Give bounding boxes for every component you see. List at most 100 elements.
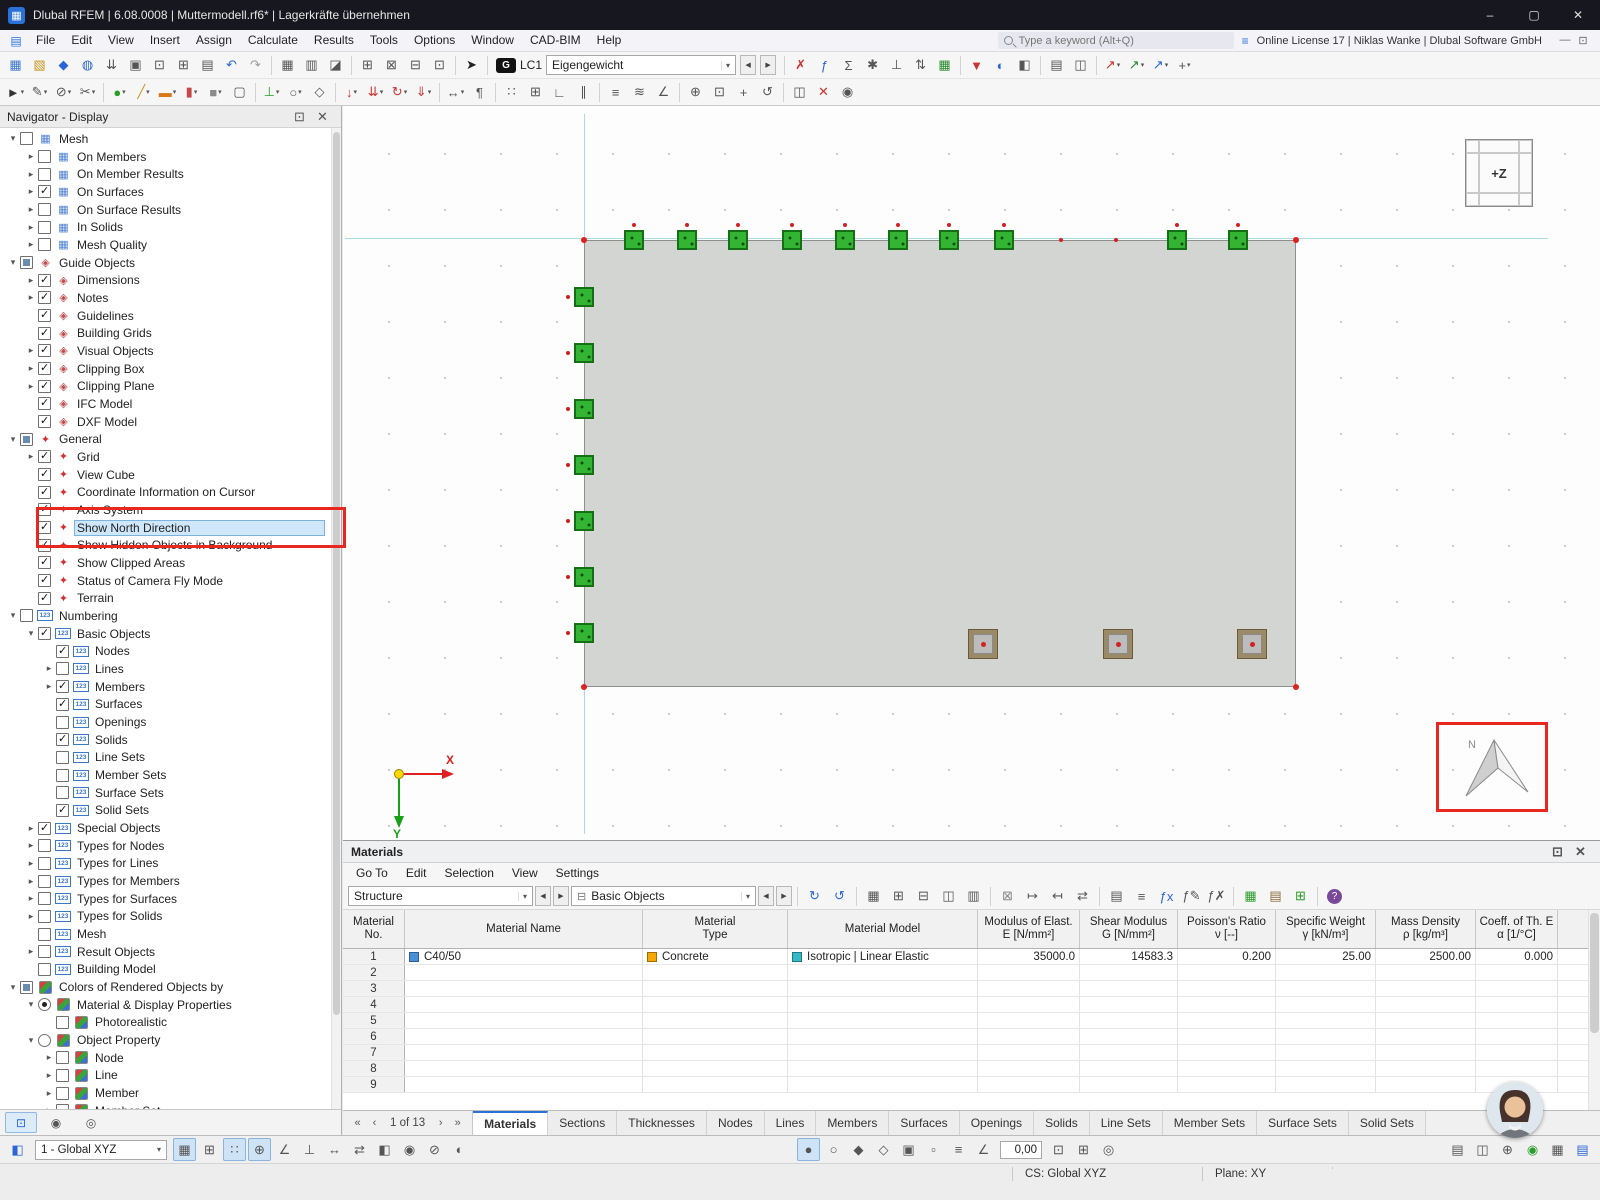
- row-insert-icon[interactable]: ⊞: [887, 885, 910, 908]
- expand-arrow-icon[interactable]: ▸: [24, 858, 38, 869]
- table-view-icon[interactable]: ▦: [862, 885, 885, 908]
- checkbox[interactable]: [38, 380, 51, 393]
- cell-value[interactable]: [1476, 1013, 1558, 1028]
- expand-arrow-icon[interactable]: ▸: [24, 911, 38, 922]
- cell-value[interactable]: [1178, 1061, 1276, 1076]
- tree-item-openings[interactable]: 123Openings: [0, 713, 341, 731]
- layers-icon[interactable]: ◫: [1471, 1138, 1494, 1161]
- tree-item-material-display-properties[interactable]: ▾Material & Display Properties: [0, 996, 341, 1014]
- table-tab-sections[interactable]: Sections: [548, 1111, 617, 1135]
- checkbox[interactable]: [56, 645, 69, 658]
- table-tab-members[interactable]: Members: [816, 1111, 889, 1135]
- sync-model-icon[interactable]: ↻: [803, 885, 826, 908]
- cell-value[interactable]: [1476, 1061, 1558, 1076]
- tree-item-surfaces[interactable]: 123Surfaces: [0, 696, 341, 714]
- dock-icon[interactable]: ⊡: [1546, 840, 1569, 863]
- checkbox[interactable]: [38, 556, 51, 569]
- result-filter-icon[interactable]: ▦: [1239, 885, 1262, 908]
- copy-icon[interactable]: ⊞: [172, 54, 195, 77]
- line-load-icon[interactable]: ⇊▾: [364, 81, 387, 104]
- checkbox[interactable]: [38, 875, 51, 888]
- tree-item-line[interactable]: ▸Line: [0, 1067, 341, 1085]
- print-icon[interactable]: ⊡: [148, 54, 171, 77]
- tree-item-on-members[interactable]: ▸▦On Members: [0, 148, 341, 166]
- checkbox[interactable]: [38, 291, 51, 304]
- pan-icon[interactable]: +: [732, 81, 755, 104]
- grid-spacing-icon[interactable]: ⊡: [1047, 1138, 1070, 1161]
- function-icon[interactable]: ƒ: [813, 54, 836, 77]
- checkbox[interactable]: [56, 716, 69, 729]
- checkbox[interactable]: [56, 769, 69, 782]
- tree-item-node[interactable]: ▸Node: [0, 1049, 341, 1067]
- checkbox[interactable]: [38, 450, 51, 463]
- printout-report-icon[interactable]: ▤: [1045, 54, 1068, 77]
- cs-x-icon[interactable]: ↗▾: [1101, 54, 1124, 77]
- dimension-snap-icon[interactable]: ↔: [323, 1138, 346, 1161]
- expand-arrow-icon[interactable]: ▸: [24, 151, 38, 162]
- checkbox[interactable]: [38, 963, 51, 976]
- maximize-button[interactable]: ▢: [1512, 0, 1556, 30]
- cell-material-model[interactable]: [788, 1061, 978, 1076]
- tree-item-photorealistic[interactable]: Photorealistic: [0, 1014, 341, 1032]
- tree-item-special-objects[interactable]: ▸123Special Objects: [0, 819, 341, 837]
- materials-menu-settings[interactable]: Settings: [547, 866, 608, 880]
- endpoint-snap-icon[interactable]: ●: [797, 1138, 820, 1161]
- cell-value[interactable]: [978, 1077, 1080, 1092]
- dlubal-account-icon[interactable]: ◆: [52, 54, 75, 77]
- object-snap-icon[interactable]: ⊕: [248, 1138, 271, 1161]
- checkbox[interactable]: [38, 486, 51, 499]
- tree-item-guide-objects[interactable]: ▾◈Guide Objects: [0, 254, 341, 272]
- calculate-all-icon[interactable]: Σ: [837, 54, 860, 77]
- checkbox[interactable]: [56, 804, 69, 817]
- tree-item-visual-objects[interactable]: ▸◈Visual Objects: [0, 342, 341, 360]
- cell-value[interactable]: 25.00: [1276, 949, 1376, 964]
- cell-value[interactable]: [978, 1045, 1080, 1060]
- tree-item-result-objects[interactable]: ▸123Result Objects: [0, 943, 341, 961]
- cell-material-no[interactable]: 4: [343, 997, 405, 1012]
- cell-value[interactable]: [1178, 981, 1276, 996]
- cell-material-name[interactable]: [405, 997, 643, 1012]
- cell-material-no[interactable]: 9: [343, 1077, 405, 1092]
- previous-load-case-button[interactable]: ◀: [740, 55, 756, 75]
- cell-value[interactable]: [1080, 997, 1178, 1012]
- edit-icon[interactable]: ✎▾: [28, 81, 51, 104]
- freeze-column-icon[interactable]: ▥: [962, 885, 985, 908]
- column-settings-icon[interactable]: ◫: [937, 885, 960, 908]
- tree-item-show-north-direction[interactable]: ✦Show North Direction: [0, 519, 341, 537]
- menu-assign[interactable]: Assign: [188, 30, 240, 51]
- panels-icon[interactable]: ⊟: [404, 54, 427, 77]
- camera-icon[interactable]: ◉: [836, 81, 859, 104]
- delete-icon[interactable]: ✕: [812, 81, 835, 104]
- checkbox[interactable]: [38, 945, 51, 958]
- window-frame-icon[interactable]: ⊞: [356, 54, 379, 77]
- cell-value[interactable]: [978, 997, 1080, 1012]
- expand-arrow-icon[interactable]: ▸: [24, 239, 38, 250]
- camera-navigator-tab[interactable]: ◎: [75, 1112, 107, 1133]
- cell-material-name[interactable]: [405, 1077, 643, 1092]
- tree-item-basic-objects[interactable]: ▾123Basic Objects: [0, 625, 341, 643]
- cell-value[interactable]: [1276, 981, 1376, 996]
- save-icon[interactable]: ▣: [124, 54, 147, 77]
- cell-material-model[interactable]: [788, 1077, 978, 1092]
- connect-icon[interactable]: ◍: [76, 54, 99, 77]
- tree-item-clipping-box[interactable]: ▸◈Clipping Box: [0, 360, 341, 378]
- cell-value[interactable]: [1276, 1045, 1376, 1060]
- cell-material-no[interactable]: 3: [343, 981, 405, 996]
- cell-value[interactable]: [978, 1029, 1080, 1044]
- collapse-arrow-icon[interactable]: ▾: [24, 628, 38, 639]
- tree-item-solid-sets[interactable]: 123Solid Sets: [0, 802, 341, 820]
- measure-icon[interactable]: ∠: [652, 81, 675, 104]
- objects-combo[interactable]: ⊟ Basic Objects ▾: [571, 886, 756, 906]
- cell-value[interactable]: [978, 965, 1080, 980]
- tree-item-notes[interactable]: ▸◈Notes: [0, 289, 341, 307]
- expand-arrow-icon[interactable]: ▸: [24, 292, 38, 303]
- grid-icon[interactable]: ⊞: [198, 1138, 221, 1161]
- cell-material-no[interactable]: 6: [343, 1029, 405, 1044]
- snap-icon[interactable]: ∷: [223, 1138, 246, 1161]
- record-icon[interactable]: ◉: [1521, 1138, 1544, 1161]
- checkbox[interactable]: [38, 309, 51, 322]
- expand-arrow-icon[interactable]: ▸: [24, 275, 38, 286]
- expand-arrow-icon[interactable]: ▸: [24, 204, 38, 215]
- prev-table-group-button[interactable]: ◀: [535, 886, 551, 906]
- mail-icon[interactable]: ▤: [1571, 1138, 1594, 1161]
